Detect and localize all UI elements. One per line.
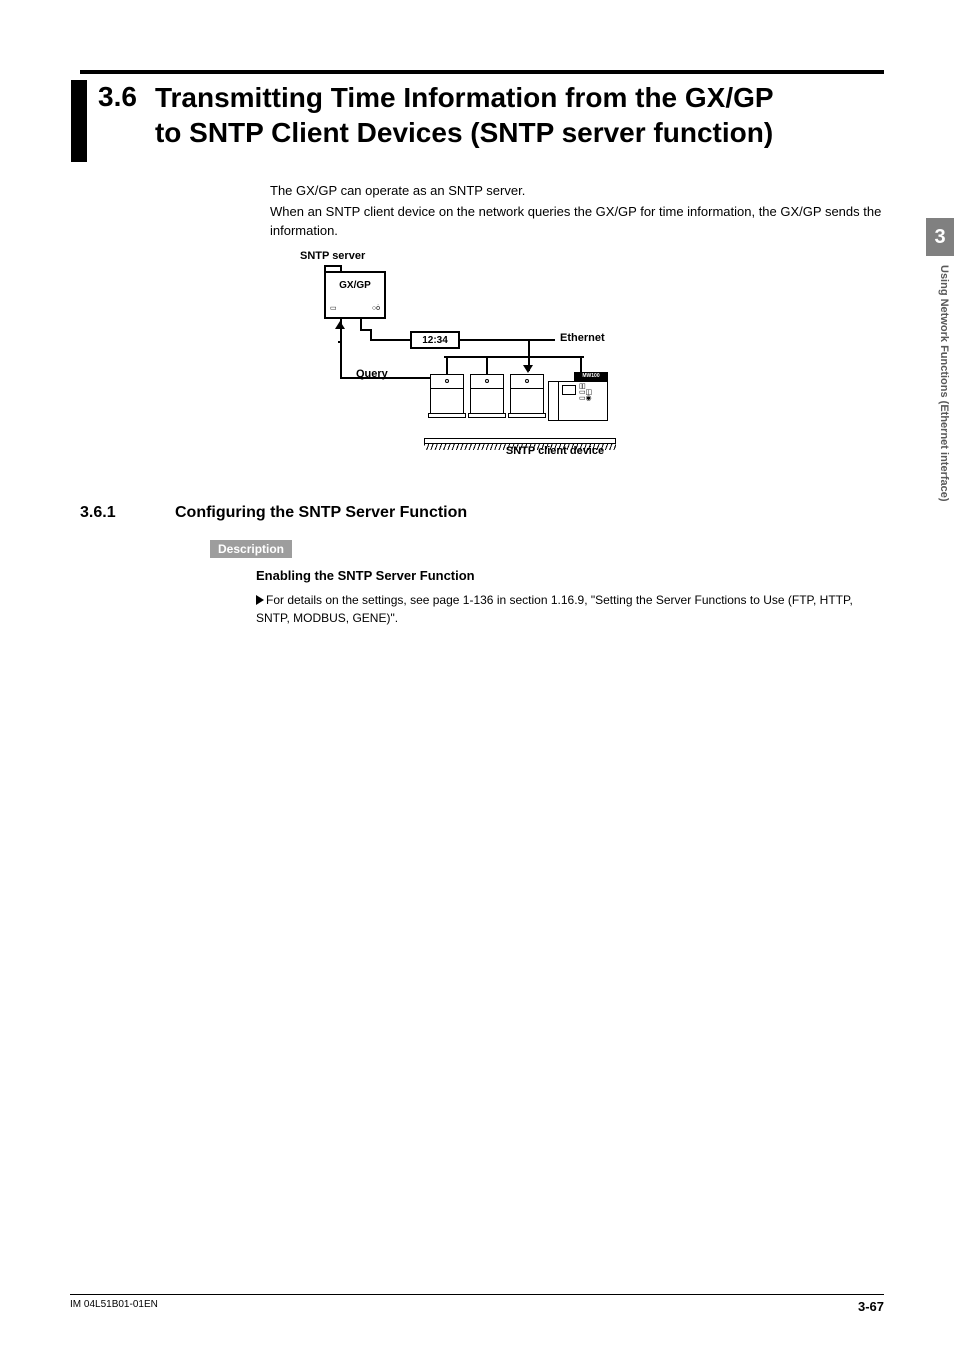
mw100-icon: MW100 ▯▯▭ ◫▭ ◉ [548, 372, 608, 420]
subsection-number: 3.6.1 [80, 504, 175, 522]
gxgp-device-label: GX/GP [326, 279, 384, 294]
description-body: For details on the settings, see page 1-… [256, 593, 853, 625]
description-block: Description Enabling the SNTP Server Fun… [210, 540, 884, 627]
section-title-line1: Transmitting Time Information from the G… [155, 82, 774, 113]
heading-top-rule [80, 70, 884, 74]
page: 3.6 Transmitting Time Information from t… [0, 0, 954, 1350]
section-number: 3.6 [98, 80, 137, 114]
subsection-title: Configuring the SNTP Server Function [175, 504, 467, 522]
section-title-line2: to SNTP Client Devices (SNTP server func… [155, 117, 773, 148]
subsection-heading: 3.6.1 Configuring the SNTP Server Functi… [70, 504, 884, 522]
page-footer: IM 04L51B01-01EN 3-67 [70, 1294, 884, 1314]
intro-line2: When an SNTP client device on the networ… [270, 203, 884, 241]
description-tag: Description [210, 540, 292, 558]
description-text: For details on the settings, see page 1-… [256, 591, 884, 627]
gxgp-device-icon: GX/GP ▭○ȯ [324, 271, 386, 319]
query-label: Query [356, 367, 388, 383]
doc-id: IM 04L51B01-01EN [70, 1299, 158, 1314]
intro-text: The GX/GP can operate as an SNTP server.… [270, 182, 884, 464]
chapter-side-label: Using Network Functions (Ethernet interf… [930, 265, 950, 665]
page-number: 3-67 [858, 1299, 884, 1314]
sntp-server-label: SNTP server [300, 249, 365, 265]
sntp-client-label: SNTP client device [480, 444, 630, 460]
heading-left-bar [71, 80, 87, 162]
chapter-tab: 3 [926, 218, 954, 256]
intro-line1: The GX/GP can operate as an SNTP server. [270, 182, 884, 201]
sntp-diagram: SNTP server GX/GP ▭○ȯ 12:34 Ethernet [300, 249, 670, 464]
client-cluster-icon: MW100 ▯▯▭ ◫▭ ◉ [430, 374, 610, 434]
section-title: Transmitting Time Information from the G… [155, 80, 884, 150]
ethernet-label: Ethernet [560, 331, 605, 347]
triangle-bullet-icon [256, 595, 264, 605]
description-subheading: Enabling the SNTP Server Function [256, 568, 884, 583]
time-box: 12:34 [410, 331, 460, 349]
section-heading: 3.6 Transmitting Time Information from t… [70, 80, 884, 162]
heading-left-bar-col [70, 80, 88, 162]
